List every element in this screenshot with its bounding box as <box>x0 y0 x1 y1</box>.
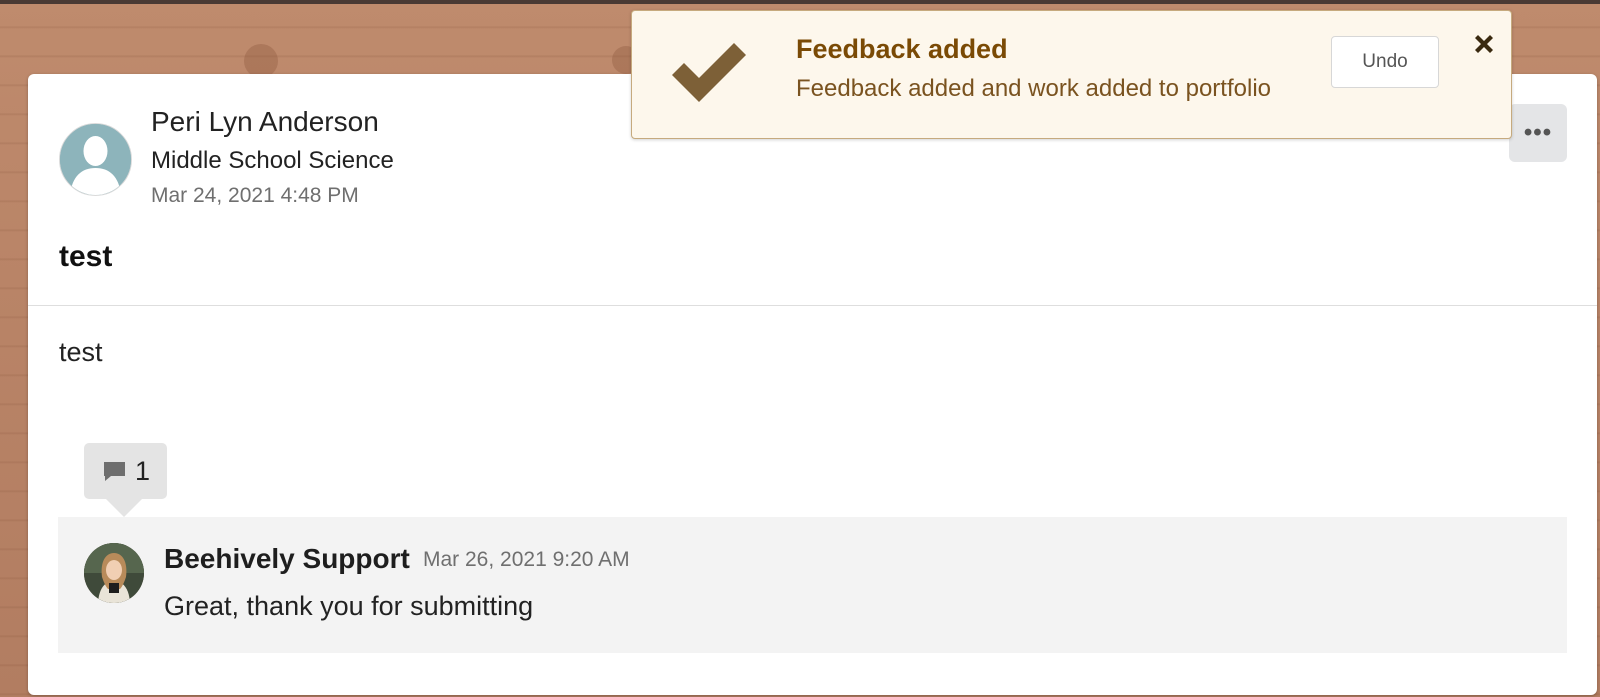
comment-count: 1 <box>135 455 151 486</box>
commenter-avatar <box>84 543 144 603</box>
comment-author[interactable]: Beehively Support <box>164 543 410 575</box>
author-name[interactable]: Peri Lyn Anderson <box>151 106 379 138</box>
user-placeholder-icon <box>60 124 131 195</box>
feedback-toast: Feedback added Feedback added and work a… <box>631 10 1512 139</box>
divider <box>28 305 1597 306</box>
comment-item: Beehively Support Mar 26, 2021 9:20 AM G… <box>58 517 1567 653</box>
post-body: test <box>59 337 103 367</box>
checkmark-icon <box>672 43 746 102</box>
commenter-photo <box>84 543 144 603</box>
comment-icon <box>104 461 125 481</box>
toast-message: Feedback added and work added to portfol… <box>796 75 1271 102</box>
author-avatar <box>59 123 132 196</box>
top-strip <box>0 0 1600 4</box>
post-card: Peri Lyn Anderson Middle School Science … <box>28 74 1597 695</box>
undo-button[interactable]: Undo <box>1331 36 1439 88</box>
close-icon[interactable] <box>1471 31 1497 57</box>
comment-timestamp: Mar 26, 2021 9:20 AM <box>423 548 630 571</box>
background-knot <box>244 44 278 78</box>
comment-count-button[interactable]: 1 <box>84 443 167 517</box>
post-timestamp: Mar 24, 2021 4:48 PM <box>151 184 359 207</box>
class-name[interactable]: Middle School Science <box>151 147 394 175</box>
post-title: test <box>59 240 113 273</box>
more-options-button[interactable]: ••• <box>1509 104 1567 162</box>
comment-text: Great, thank you for submitting <box>164 591 534 621</box>
more-horizontal-icon: ••• <box>1523 119 1553 146</box>
toast-title: Feedback added <box>796 34 1008 64</box>
